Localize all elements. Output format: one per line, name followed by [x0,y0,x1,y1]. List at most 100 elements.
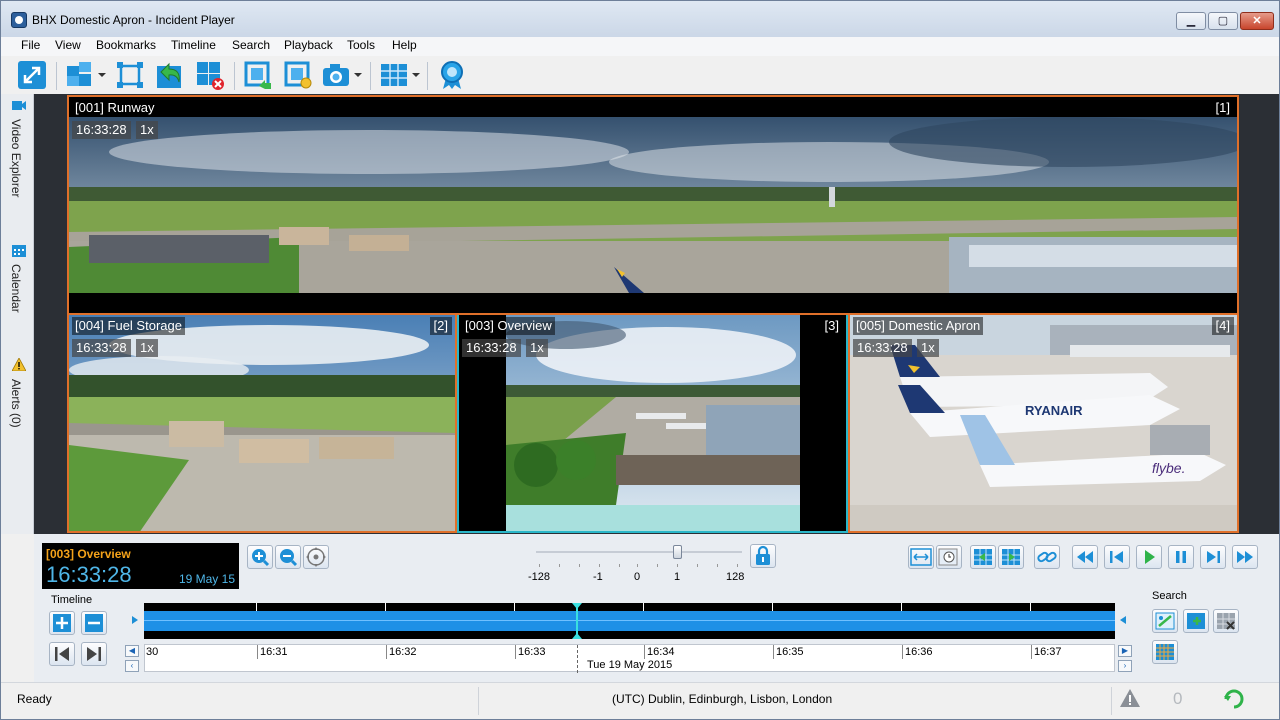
fast-rewind-icon [1077,551,1093,563]
menu-tools[interactable]: Tools [347,38,375,52]
skip-start-icon [55,647,69,661]
timeline-track[interactable] [144,603,1115,639]
scale-first-button[interactable]: ◀ [125,645,139,657]
alert-count: 0 [1173,689,1183,708]
pan-icon [306,547,326,567]
fullscreen-icon[interactable] [17,60,47,90]
fit-frame-icon[interactable] [115,60,145,90]
clear-search-button[interactable] [1213,609,1239,633]
export-video-icon[interactable] [243,60,273,90]
alert-warning-icon[interactable] [1119,688,1141,708]
menu-help[interactable]: Help [392,38,417,52]
play-button[interactable] [1136,545,1162,569]
zoom-in-icon [252,549,270,567]
incident-player-window: BHX Domestic Apron - Incident Player ▁ ▢… [0,0,1280,720]
layout-dropdown-arrow[interactable] [98,73,106,77]
close-button[interactable]: ✕ [1240,12,1274,30]
fast-forward-icon [1237,551,1253,563]
search-motion-button[interactable] [1152,609,1178,633]
go-to-time-button[interactable] [936,545,962,569]
video-tile-runway[interactable]: [001] Runway [1] 16:33:28 1x [67,95,1239,315]
menu-file[interactable]: File [21,38,40,52]
menu-playback[interactable]: Playback [284,38,333,52]
tile-label: [005] Domestic Apron [853,317,984,335]
toolbar-separator [234,62,235,90]
scale-tick [717,564,718,567]
video-tile-overview[interactable]: [003] Overview [3] 16:33:28 1x [457,315,848,533]
refresh-connection-icon[interactable] [1222,687,1246,709]
timeline-tick [1030,603,1031,611]
zoom-in-button[interactable] [247,545,273,569]
scale-divider [515,645,516,659]
tile-timestamp: 16:33:28 [462,339,521,357]
timeline-tick [385,603,386,611]
video-tile-domestic-apron[interactable]: RYANAIR flybe. [005] Domestic Apron [4] … [848,315,1239,533]
menu-view[interactable]: View [55,38,81,52]
next-bookmark-button[interactable] [998,545,1024,569]
time-label: 16:37 [1034,646,1062,658]
video-bookmark-icon[interactable] [283,60,313,90]
play-icon [1145,550,1155,564]
alert-warning-icon [12,358,26,371]
timeline-zoom-in-button[interactable] [49,611,75,635]
toolbar-separator [56,62,57,90]
timeline-right-arrow-icon[interactable] [1120,616,1126,624]
pan-button[interactable] [303,545,329,569]
scale-last-button[interactable]: ▶ [1118,645,1132,657]
title-bar: BHX Domestic Apron - Incident Player ▁ ▢… [1,1,1279,37]
lock-button[interactable] [750,544,776,568]
video-tile-fuel-storage[interactable]: [004] Fuel Storage [2] 16:33:28 1x [67,315,457,533]
tile-timestamp: 16:33:28 [72,339,131,357]
timeline-start-button[interactable] [49,642,75,666]
menu-bookmarks[interactable]: Bookmarks [96,38,156,52]
timeline-tick [256,603,257,611]
maximize-button[interactable]: ▢ [1208,12,1238,30]
layout-icon[interactable] [65,60,95,90]
tab-video-explorer[interactable]: Video Explorer [9,119,23,198]
step-forward-button[interactable] [1200,545,1226,569]
snapshot-camera-icon[interactable] [321,60,351,90]
fit-timeline-button[interactable] [908,545,934,569]
scale-prev-button[interactable]: ‹ [125,660,139,672]
tab-calendar[interactable]: Calendar [9,264,23,313]
timeline-end-button[interactable] [81,642,107,666]
menu-search[interactable]: Search [232,38,270,52]
clock-search-icon [938,548,958,566]
search-area-button[interactable] [1183,609,1209,633]
lock-icon [756,545,770,565]
speed-slider-track[interactable] [536,551,742,553]
fast-rewind-button[interactable] [1072,545,1098,569]
previous-bookmark-button[interactable] [970,545,996,569]
grid-view-icon[interactable] [379,60,409,90]
search-grid-button[interactable] [1152,640,1178,664]
zoom-out-button[interactable] [275,545,301,569]
scale-next-button[interactable]: › [1118,660,1132,672]
status-text: Ready [17,692,52,706]
clock-camera-name: [003] Overview [46,547,131,561]
award-ribbon-icon[interactable] [437,60,467,90]
clear-layout-icon[interactable] [195,60,225,90]
step-back-button[interactable] [1104,545,1130,569]
runway-camera-feed [69,117,1237,293]
scale-divider [1031,645,1032,659]
snapshot-dropdown-arrow[interactable] [354,73,362,77]
toolbar [1,56,1279,94]
pause-button[interactable] [1168,545,1194,569]
timeline-playhead[interactable] [572,603,582,639]
scale-divider [902,645,903,659]
pause-icon [1176,551,1186,563]
timeline-zoom-out-button[interactable] [81,611,107,635]
minimize-button[interactable]: ▁ [1176,12,1206,30]
clear-search-icon [1217,613,1235,630]
tab-alerts[interactable]: Alerts (0) [9,379,23,428]
speed-slider-thumb[interactable] [673,545,682,559]
fast-forward-button[interactable] [1232,545,1258,569]
scale-divider [644,645,645,659]
tile-timestamp: 16:33:28 [72,121,131,139]
timeline-left-arrow-icon[interactable] [132,616,138,624]
menu-timeline[interactable]: Timeline [171,38,216,52]
grid-dropdown-arrow[interactable] [412,73,420,77]
restore-layout-icon[interactable] [155,60,185,90]
sync-link-button[interactable] [1034,545,1060,569]
search-area-icon [1187,613,1205,629]
